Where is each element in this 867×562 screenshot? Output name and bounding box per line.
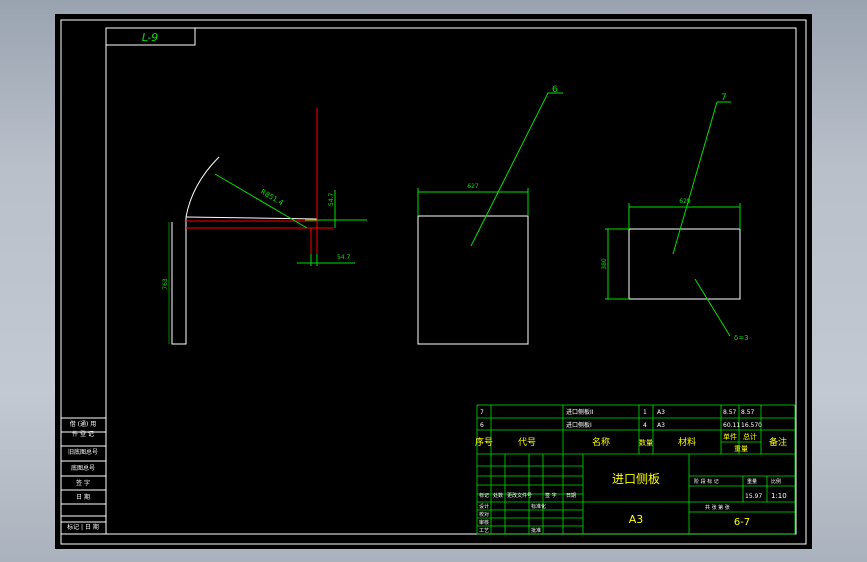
sign-count: 处数 bbox=[493, 492, 503, 499]
role-standard: 标准化 bbox=[531, 503, 546, 510]
bom-seq-7: 7 bbox=[480, 409, 484, 416]
part-6-plate bbox=[417, 215, 529, 345]
part-6-width-label: 627 bbox=[467, 183, 479, 190]
bom-total-6: 16.570 bbox=[741, 422, 762, 429]
corner-label: L-9 bbox=[142, 31, 158, 44]
bom-name-7: 进口侧板II bbox=[566, 408, 594, 416]
inner-frame bbox=[105, 27, 797, 535]
side-row-0: 借 (通) 用 bbox=[70, 420, 97, 428]
radius-leader bbox=[214, 173, 308, 229]
side-row-5: 日 期 bbox=[76, 493, 90, 501]
sheet-labels: 共 张 第 张 bbox=[705, 504, 730, 511]
hdr-material: 材料 bbox=[678, 436, 696, 448]
side-row-3: 底图总号 bbox=[71, 464, 95, 472]
dim-small-horizontal: 54.7 bbox=[337, 254, 351, 261]
part-7-plate bbox=[628, 228, 741, 300]
bom-material-6: A3 bbox=[657, 422, 665, 429]
side-row-2: 旧底图总号 bbox=[68, 448, 98, 456]
sign-date: 日期 bbox=[566, 493, 576, 499]
part-7-leader bbox=[672, 101, 731, 255]
bom-material-7: A3 bbox=[657, 409, 665, 416]
bom-qty-6: 4 bbox=[643, 422, 647, 429]
weight-value: 15.97 bbox=[745, 493, 762, 500]
part-7-balloon: 7 bbox=[721, 93, 727, 103]
bom-seq-6: 6 bbox=[480, 422, 484, 429]
bom-qty-7: 1 bbox=[643, 409, 647, 416]
profile-top-edge bbox=[185, 216, 318, 220]
radius-dim-label: R851.4 bbox=[259, 188, 285, 208]
part-profile-view: R851.4 54.7 54.7 763 bbox=[162, 108, 367, 345]
profile-leg bbox=[171, 217, 187, 345]
bom-single-7: 8.57 bbox=[723, 409, 737, 416]
thickness-note: δ=3 bbox=[734, 334, 749, 342]
part-7-view: 629 380 7 δ=3 bbox=[601, 93, 749, 342]
sign-mark: 标记 bbox=[479, 492, 489, 499]
bom-name-6: 进口侧板I bbox=[566, 421, 592, 429]
side-row-6: 标记 | 日 期 bbox=[67, 523, 99, 531]
hdr-code: 代号 bbox=[518, 437, 536, 448]
hdr-total: 总计 bbox=[743, 432, 757, 441]
thickness-leader bbox=[694, 278, 731, 337]
sign-doc: 更改文件号 bbox=[507, 492, 532, 499]
material-main: A3 bbox=[629, 513, 644, 526]
hdr-name: 名称 bbox=[592, 436, 610, 448]
cad-viewport[interactable]: L-9 借 (通) 用 件 登 记 旧底图总号 底图总号 签 字 日 期 标记 … bbox=[55, 14, 812, 549]
bom-single-6: 60.11 bbox=[723, 422, 740, 429]
hdr-single: 单件 bbox=[723, 432, 737, 441]
role-approve: 批准 bbox=[531, 527, 541, 534]
drawing-sheet: L-9 借 (通) 用 件 登 记 旧底图总号 底图总号 签 字 日 期 标记 … bbox=[60, 19, 807, 545]
part-6-balloon: 6 bbox=[552, 85, 558, 95]
sign-signature: 签 字 bbox=[545, 492, 557, 499]
role-design: 设计 bbox=[479, 503, 489, 510]
weight-label: 重量 bbox=[747, 478, 757, 485]
profile-arc bbox=[185, 156, 220, 218]
part-6-leader bbox=[470, 92, 563, 247]
hdr-remark: 备注 bbox=[769, 436, 787, 448]
role-process: 工艺 bbox=[479, 528, 489, 534]
drawing-number: 6-7 bbox=[734, 517, 750, 528]
dim-height-label: 763 bbox=[162, 278, 169, 290]
side-row-1: 件 登 记 bbox=[72, 430, 94, 438]
hdr-seq: 序号 bbox=[475, 436, 493, 448]
scale-value: 1:10 bbox=[771, 492, 787, 500]
scale-label: 比例 bbox=[771, 478, 781, 485]
part-title: 进口侧板 bbox=[612, 472, 660, 486]
dim-small-vertical: 54.7 bbox=[328, 192, 335, 206]
outer-frame bbox=[60, 19, 807, 545]
side-row-4: 签 字 bbox=[76, 479, 90, 487]
role-review: 审核 bbox=[479, 519, 489, 526]
hdr-qty: 数量 bbox=[639, 438, 653, 447]
stage-label: 阶 段 标 记 bbox=[694, 478, 719, 485]
hdr-weight: 重量 bbox=[734, 445, 748, 453]
role-check: 校对 bbox=[479, 511, 489, 518]
part-6-view: 627 6 bbox=[417, 85, 563, 345]
part-7-height-label: 380 bbox=[601, 258, 608, 270]
bom-total-7: 8.57 bbox=[741, 409, 755, 416]
